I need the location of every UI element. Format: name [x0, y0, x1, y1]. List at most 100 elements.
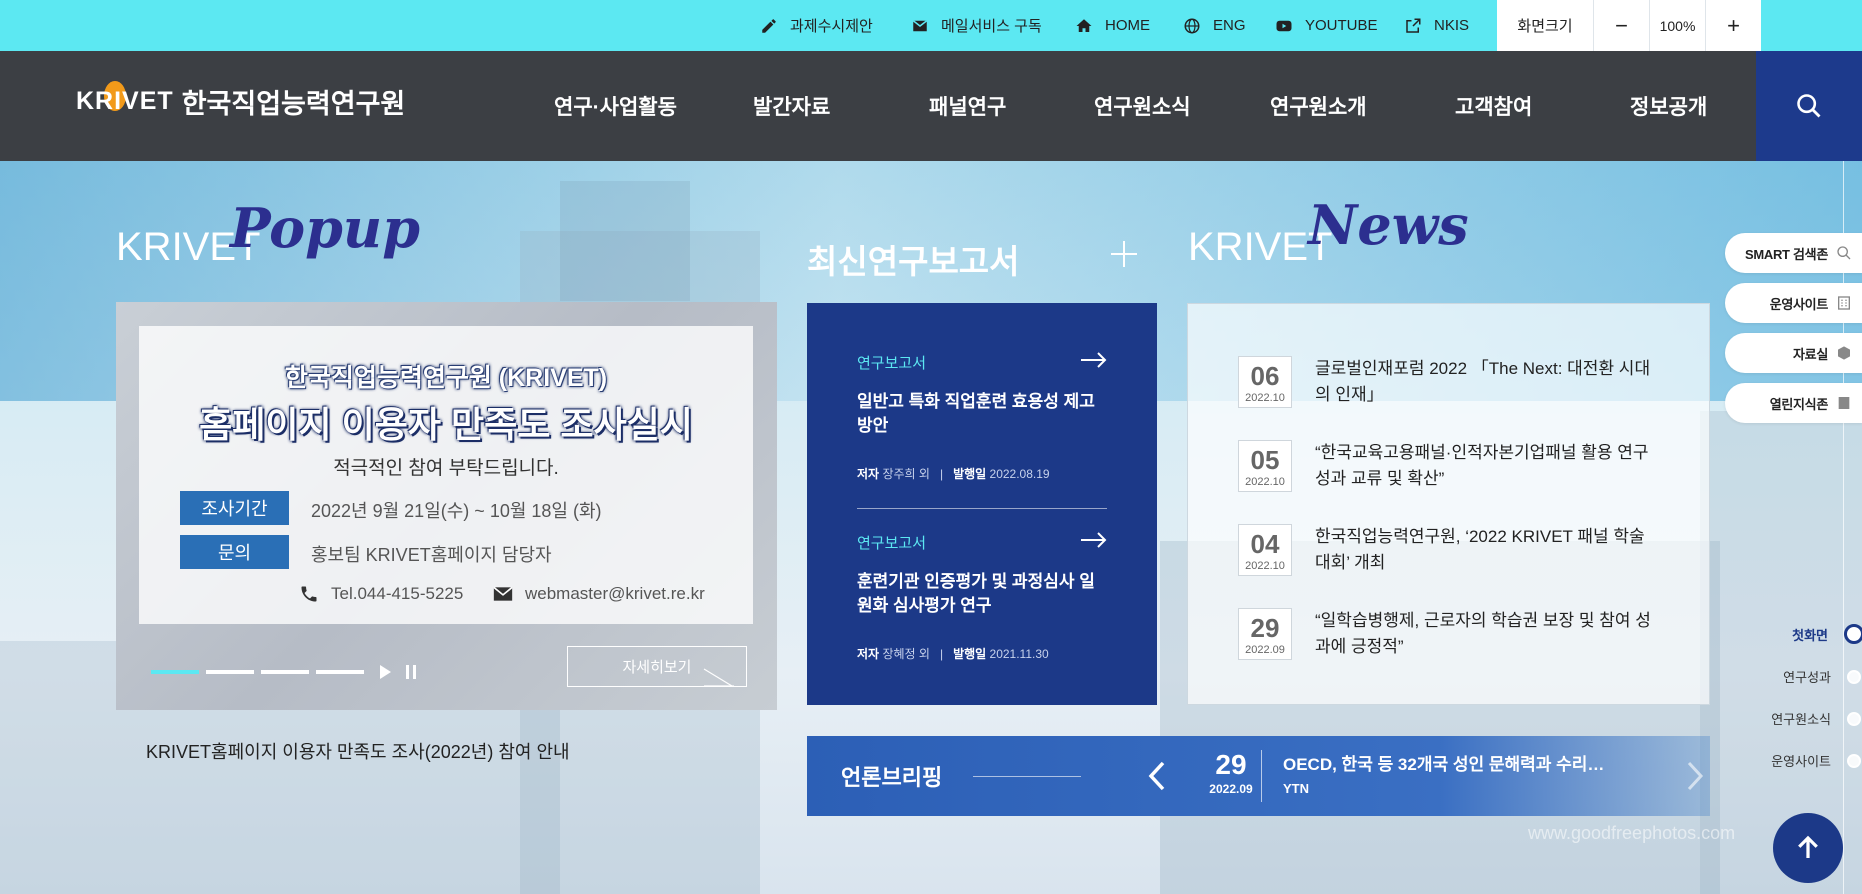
side-nav-dot — [1844, 624, 1862, 644]
quick-library[interactable]: 자료실 — [1725, 333, 1862, 373]
news-title: “일학습병행제, 근로자의 학습권 보장 및 참여 성과에 긍정적” — [1315, 611, 1651, 656]
popup-banner: 한국직업능력연구원 (KRIVET) 홈페이지 이용자 만족도 조사실시 적극적… — [116, 302, 777, 710]
home-link[interactable]: HOME — [1075, 0, 1150, 51]
pagination-dot[interactable] — [206, 670, 254, 674]
english-link[interactable]: ENG — [1183, 0, 1246, 51]
report-meta: 저자 장혜정 외 | 발행일 2021.11.30 — [857, 647, 1049, 661]
chevron-left-icon[interactable] — [1147, 760, 1167, 792]
english-label: ENG — [1213, 17, 1246, 34]
nav-publications[interactable]: 발간자료 — [753, 51, 830, 161]
mail-subscribe-link[interactable]: 메일서비스 구독 — [911, 0, 1042, 51]
side-nav-sites[interactable]: 운영사이트 — [1700, 751, 1862, 770]
press-briefing-bar: 언론브리핑 29 2022.09 OECD, 한국 등 32개국 성인 문해력과… — [807, 736, 1710, 816]
arrow-corner-icon — [703, 668, 734, 687]
side-nav-dot — [1847, 711, 1861, 726]
news-date: 29 2022.09 — [1238, 608, 1292, 660]
watermark: www.goodfreephotos.com — [1528, 823, 1736, 843]
popup-script-title: Popup — [230, 196, 420, 260]
news-title: “한국교육고용패널·인적자본기업패널 활용 연구 성과 교류 및 확산” — [1315, 443, 1649, 488]
suggest-research-label: 과제수시제안 — [790, 18, 873, 35]
report-item[interactable]: 연구보고서 일반고 특화 직업훈련 효용성 제고 방안 저자 장주희 외 | 발… — [857, 352, 1107, 482]
period-tag: 조사기간 — [180, 491, 289, 525]
scroll-top-button[interactable] — [1773, 813, 1843, 883]
quick-smart-search[interactable]: SMART 검색존 — [1725, 233, 1862, 273]
search-icon — [1797, 94, 1821, 118]
briefing-separator — [1261, 750, 1262, 802]
youtube-label: YOUTUBE — [1305, 17, 1378, 34]
site-logo[interactable]: KRIVET 한국직업능력연구원 — [76, 80, 405, 121]
nav-disclosure[interactable]: 정보공개 — [1630, 51, 1707, 161]
news-date: 05 2022.10 — [1238, 440, 1292, 492]
nav-research[interactable]: 연구·사업활동 — [554, 51, 677, 161]
briefing-line — [973, 776, 1081, 777]
side-nav-home[interactable]: 첫화면 — [1700, 624, 1862, 644]
box-icon — [1838, 346, 1850, 360]
popup-card[interactable]: 한국직업능력연구원 (KRIVET) 홈페이지 이용자 만족도 조사실시 적극적… — [139, 326, 753, 624]
search-icon — [1837, 246, 1851, 260]
building-shape — [560, 181, 690, 301]
briefing-label: 언론브리핑 — [841, 765, 943, 790]
home-label: HOME — [1105, 17, 1150, 34]
nkis-link[interactable]: NKIS — [1404, 0, 1469, 51]
external-link-icon — [1406, 18, 1421, 33]
globe-icon — [1184, 18, 1200, 33]
reports-panel: 연구보고서 일반고 특화 직업훈련 효용성 제고 방안 저자 장주희 외 | 발… — [807, 303, 1157, 705]
arrow-right-icon — [1081, 352, 1107, 368]
popup-more-button[interactable]: 자세히보기 — [567, 646, 747, 687]
nav-about[interactable]: 연구원소개 — [1270, 51, 1367, 161]
zoom-label: 화면크기 — [1517, 18, 1573, 35]
news-panel: 06 2022.10 글로벌인재포럼 2022 「The Next: 대전환 시… — [1187, 303, 1710, 705]
news-date: 06 2022.10 — [1238, 356, 1292, 408]
pagination-dot[interactable] — [261, 670, 309, 674]
book-icon — [1838, 397, 1850, 409]
side-nav-dot — [1847, 669, 1861, 684]
plus-icon[interactable] — [1110, 240, 1138, 268]
suggest-research-link[interactable]: 과제수시제안 — [760, 0, 873, 51]
pagination-dot[interactable] — [151, 670, 199, 674]
zoom-in-button[interactable]: + — [1705, 0, 1761, 51]
youtube-link[interactable]: YOUTUBE — [1275, 0, 1378, 51]
site-header: KRIVET 한국직업능력연구원 연구·사업활동 발간자료 패널연구 연구원소식… — [0, 51, 1862, 161]
quick-open-knowledge[interactable]: 열린지식존 — [1725, 383, 1862, 423]
nav-panel[interactable]: 패널연구 — [929, 51, 1006, 161]
briefing-source: YTN — [1283, 781, 1309, 796]
popup-heading-org: 한국직업능력연구원 (KRIVET) — [284, 364, 608, 392]
inquiry-text: 홍보팀 KRIVET홈페이지 담당자 — [311, 545, 552, 565]
quick-sites[interactable]: 운영사이트 — [1725, 283, 1862, 323]
pause-icon[interactable] — [403, 664, 419, 680]
pencil-icon — [762, 18, 776, 33]
zoom-value: 100% — [1649, 0, 1705, 51]
mail-subscribe-label: 메일서비스 구독 — [941, 18, 1042, 35]
phone-icon — [301, 586, 317, 602]
nav-news[interactable]: 연구원소식 — [1094, 51, 1191, 161]
report-meta: 저자 장주희 외 | 발행일 2022.08.19 — [857, 467, 1050, 481]
report-category: 연구보고서 — [857, 535, 927, 552]
popup-caption[interactable]: KRIVET홈페이지 이용자 만족도 조사(2022년) 참여 안내 — [146, 738, 570, 764]
zoom-out-button[interactable]: − — [1593, 0, 1649, 51]
play-icon[interactable] — [377, 664, 393, 680]
pagination-dot[interactable] — [316, 670, 364, 674]
briefing-day: 29 — [1215, 749, 1247, 780]
report-title: 훈련기관 인증평가 및 과정심사 일원화 심사평가 연구 — [857, 572, 1095, 615]
popup-heading-main: 홈페이지 이용자 만족도 조사실시 — [199, 404, 693, 445]
nav-customer[interactable]: 고객참여 — [1455, 51, 1532, 161]
side-nav-news[interactable]: 연구원소식 — [1700, 709, 1862, 728]
popup-phone: Tel.044-415-5225 — [299, 584, 463, 604]
home-icon — [1076, 18, 1092, 32]
report-title: 일반고 특화 직업훈련 효용성 제고 방안 — [857, 392, 1095, 435]
arrow-right-icon — [1081, 532, 1107, 548]
mail-icon — [912, 19, 928, 31]
briefing-title[interactable]: OECD, 한국 등 32개국 성인 문해력과 수리력 ··· — [1283, 750, 1613, 775]
arrow-up-icon — [1798, 835, 1818, 858]
search-button[interactable] — [1756, 51, 1862, 161]
news-date: 04 2022.10 — [1238, 524, 1292, 576]
news-script-title: News — [1308, 193, 1469, 257]
building-shape — [1700, 411, 1862, 894]
zoom-control: 화면크기 − 100% + — [1497, 0, 1761, 51]
reports-section-title: 최신연구보고서 — [807, 243, 1020, 280]
logo-en: KRIVET — [76, 80, 174, 116]
report-item[interactable]: 연구보고서 훈련기관 인증평가 및 과정심사 일원화 심사평가 연구 저자 장혜… — [857, 532, 1107, 662]
mail-icon — [493, 586, 513, 601]
side-nav-results[interactable]: 연구성과 — [1700, 667, 1862, 686]
nkis-label: NKIS — [1434, 17, 1470, 34]
